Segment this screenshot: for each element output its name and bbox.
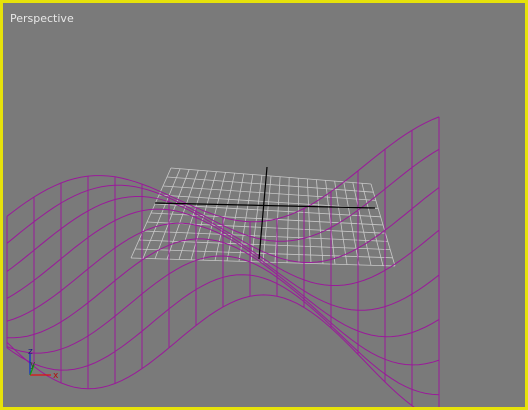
gizmo-z-label: z [28,347,33,357]
wave-surface-mesh[interactable] [6,116,440,407]
home-grid-line [158,194,379,209]
wave-mesh-line [6,116,440,223]
wave-mesh-line [6,294,415,407]
axis-gizmo: z y x [28,347,59,381]
perspective-viewport[interactable]: z y x Perspective [0,0,528,410]
home-grid-line [162,185,376,201]
gizmo-y-label: y [30,360,36,370]
gizmo-x-label: x [53,371,59,381]
home-grid-line [166,176,374,193]
viewport-label[interactable]: Perspective [10,12,74,25]
home-grid-line [170,167,372,185]
viewport-scene[interactable]: z y x [3,3,525,407]
